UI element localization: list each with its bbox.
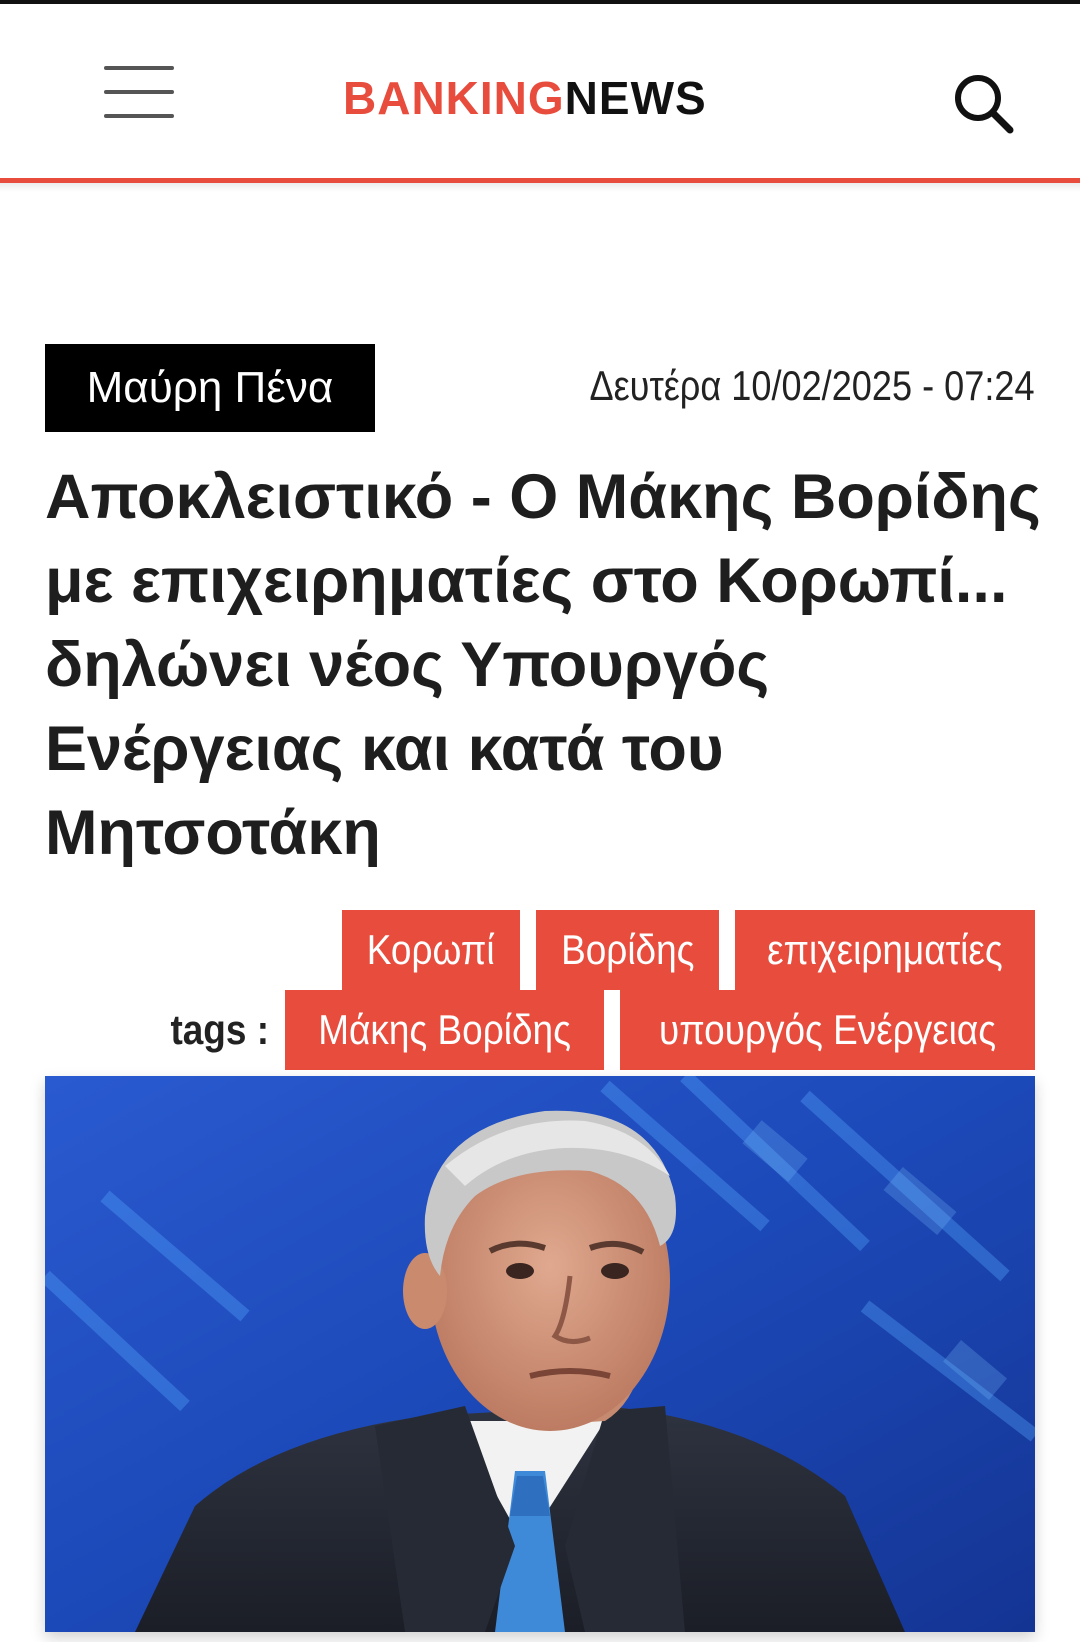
hamburger-menu-icon[interactable] xyxy=(96,60,176,124)
article-date: Δευτέρα 10/02/2025 - 07:24 xyxy=(589,362,1035,409)
tag-koropi[interactable]: Κορωπί xyxy=(342,910,520,990)
tags-label: tags : xyxy=(170,1006,269,1053)
tags-row-1: Κορωπί Βορίδης επιχειρηματίες xyxy=(35,910,1035,990)
header-shadow xyxy=(0,183,1080,192)
hero-photo-illustration xyxy=(45,1076,1035,1632)
tags-section: Κορωπί Βορίδης επιχειρηματίες tags : Μάκ… xyxy=(35,910,1035,1070)
tag-voridis[interactable]: Βορίδης xyxy=(535,910,720,990)
logo-banking: BANKING xyxy=(343,72,565,124)
site-logo[interactable]: BANKINGNEWS xyxy=(343,70,707,126)
tags-row-2: tags : Μάκης Βορίδης υπουργός Ενέργειας xyxy=(35,990,1035,1070)
search-icon[interactable] xyxy=(948,68,1018,138)
category-badge[interactable]: Μαύρη Πένα xyxy=(45,344,375,432)
logo-news: NEWS xyxy=(564,72,707,124)
article-hero-image xyxy=(45,1076,1035,1632)
tag-makis-voridis[interactable]: Μάκης Βορίδης xyxy=(284,990,604,1070)
site-header: BANKINGNEWS xyxy=(0,4,1080,178)
article-title: Αποκλειστικό - Ο Μάκης Βορίδης με επιχει… xyxy=(45,462,1041,868)
tag-entrepreneurs[interactable]: επιχειρηματίες xyxy=(735,910,1035,990)
tag-energy-minister[interactable]: υπουργός Ενέργειας xyxy=(619,990,1035,1070)
